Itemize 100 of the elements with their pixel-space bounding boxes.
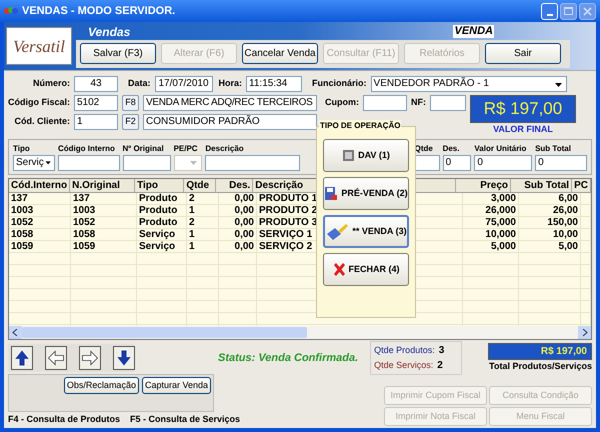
column-header[interactable]: N.Original [70,178,136,192]
input-field[interactable]: 0 [474,154,532,170]
coupon-field[interactable] [363,95,407,111]
time-field[interactable]: 11:15:34 [246,76,302,92]
toolbar-button[interactable]: Capturar Venda [142,377,211,394]
number-field[interactable]: 43 [74,76,118,92]
table-cell: 137 [9,192,71,204]
lookup-button[interactable]: F8 [122,95,139,111]
table-cell: 0,00 [219,228,257,240]
table-cell: 137 [71,192,137,204]
maximize-button[interactable] [560,2,577,20]
input-field[interactable] [414,154,440,170]
table-cell: 2 [187,216,219,228]
navigation-button[interactable] [79,346,101,370]
input-field[interactable] [58,154,120,170]
field-label: PE/PC [174,142,199,154]
toolbar-button[interactable]: Obs/Reclamação [64,377,139,394]
column-header[interactable]: Tipo [135,178,184,192]
table-cell: 1058 [71,228,137,240]
close-icon [583,6,592,16]
scroll-left-icon [12,329,19,336]
input-field[interactable]: 0 [442,154,472,170]
column-header[interactable]: Qtde [184,178,216,192]
navigation-button[interactable] [113,346,135,370]
table-cell: 10,000 [463,228,519,240]
operation-button[interactable]: PRÉ-VENDA (2) [323,177,409,210]
input-field[interactable] [205,154,300,170]
counter-value: 2 [437,359,443,373]
document-icon [342,149,356,162]
navigation-button[interactable] [11,346,33,370]
table-cell: Produto [137,192,187,204]
client-name-field: CONSUMIDOR PADRÃO [143,114,317,130]
field-label: Cupom: [325,96,359,110]
operation-button[interactable]: ** VENDA (3) [323,215,409,248]
toolbar-button[interactable]: Salvar (F3) [80,43,156,64]
input-field[interactable] [122,154,171,170]
date-field[interactable]: 17/07/2010 [154,76,213,92]
horizontal-scrollbar[interactable] [9,326,591,339]
dialog-title: TIPO DE OPERAÇÃO [319,120,402,132]
field-label: Sub Total [535,142,572,154]
final-value-label: VALOR FINAL [493,123,553,136]
table-cell: 1058 [9,228,71,240]
field-label: Data: [128,77,151,90]
table-cell: 6,00 [519,192,581,204]
field-label: Hora: [218,77,242,90]
table-cell: 5,000 [463,240,519,252]
table-cell: 1 [187,228,219,240]
table-cell: 0,00 [219,192,257,204]
invoice-field[interactable] [430,95,466,111]
field-label: NF: [411,96,426,110]
field-label: Valor Unitário [474,142,528,154]
navigation-button[interactable] [45,346,67,370]
client-code-field[interactable]: 1 [74,114,118,130]
table-cell: 26,00 [519,204,581,216]
operation-button[interactable]: FECHAR (4) [323,253,409,286]
scroll-right-icon [581,329,588,336]
column-header[interactable]: Des. [216,178,254,192]
field-label: Descrição [205,142,245,154]
table-cell: 1 [187,240,219,252]
employee-dropdown[interactable]: VENDEDOR PADRÃO - 1 [370,76,567,92]
right-arrow-icon [80,348,100,368]
window-title: VENDAS - MODO SERVIDOR. [22,4,176,19]
counter-label: Qtde Produtos: [374,344,435,357]
operation-button[interactable]: DAV (1) [323,139,409,172]
toolbar-button[interactable]: Cancelar Venda [242,43,318,64]
close-button[interactable] [579,2,596,20]
table-cell: 1059 [9,240,71,252]
table-cell: 0,00 [219,204,257,216]
fiscal-code-field[interactable]: 5102 [74,95,118,111]
toolbar-button[interactable]: Sair [485,43,561,64]
logo: Versatil [6,27,72,65]
table-cell: Produto [137,204,187,216]
counter-value: 3 [438,344,444,358]
minimize-button[interactable] [541,2,558,20]
field-label: Tipo [13,142,31,154]
type-dropdown[interactable]: Serviç [13,154,55,170]
table-cell: 2 [187,192,219,204]
lookup-button[interactable]: F2 [122,114,139,130]
table-cell: 0,00 [219,216,257,228]
table-cell: 1052 [71,216,137,228]
column-header[interactable]: Preço [456,178,512,192]
header-title: Vendas [88,24,130,40]
table-cell: 1003 [71,204,137,216]
field-label: Des. [442,142,460,154]
total-display: R$ 197,00 [488,342,592,360]
status-text: Status: Venda Confirmada. [218,350,358,366]
brush-icon [325,222,350,242]
field-label: Funcionário: [312,77,367,90]
shortcut-hint: F5 - Consulta de Serviços [130,412,240,426]
table-cell: 26,000 [463,204,519,216]
table-cell: Serviço [137,240,187,252]
left-arrow-icon [46,348,66,368]
table-cell: 75,000 [463,216,519,228]
column-header[interactable]: Cód.Interno [9,178,70,192]
field-label: Nº Original [122,142,165,154]
input-field[interactable]: 0 [535,154,587,170]
table-cell: Produto [137,216,187,228]
column-header[interactable]: PC [572,178,591,192]
column-header[interactable]: Sub Total [511,178,572,192]
table-cell: 1052 [9,216,71,228]
